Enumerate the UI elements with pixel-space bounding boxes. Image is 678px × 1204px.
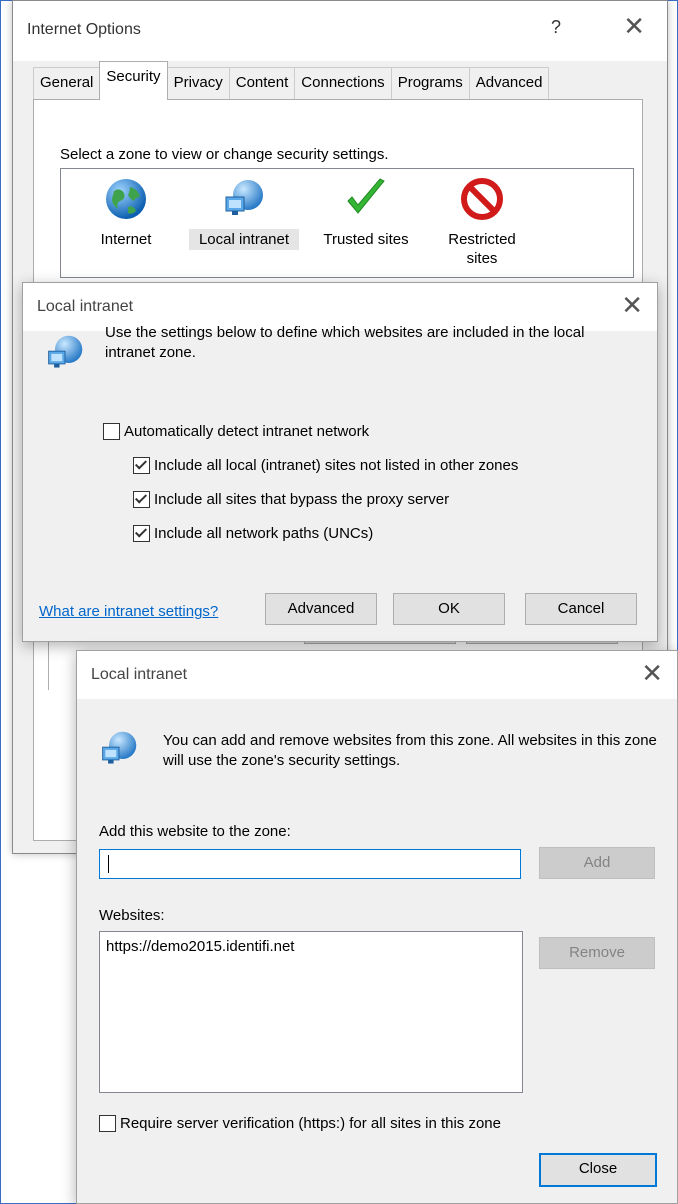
local-intranet-icon [48, 335, 83, 368]
zone-label: Trusted sites [323, 231, 409, 248]
checkmark-icon [347, 178, 385, 214]
text-caret [108, 855, 109, 873]
checkbox-box[interactable] [133, 457, 150, 474]
local-intranet-icon [102, 731, 137, 764]
add-website-input[interactable] [99, 849, 521, 879]
close-dialog-button[interactable]: Close [539, 1153, 657, 1187]
tab-advanced[interactable]: Advanced [468, 67, 550, 100]
websites-list[interactable]: https://demo2015.identifi.net [99, 931, 523, 1093]
zone-label: Restricted sites [448, 231, 516, 267]
require-https-checkbox[interactable]: Require server verification (https:) for… [99, 1115, 501, 1132]
checkbox-box[interactable] [103, 423, 120, 440]
include-proxy-bypass-checkbox[interactable]: Include all sites that bypass the proxy … [133, 491, 449, 508]
dialog-description: Use the settings below to define which w… [105, 324, 585, 361]
remove-button[interactable]: Remove [539, 937, 655, 969]
zone-list: Internet Local intranet Trusted sites Re… [60, 168, 634, 278]
title-bar: Internet Options ? ✕ [13, 1, 667, 61]
include-unc-paths-checkbox[interactable]: Include all network paths (UNCs) [133, 525, 373, 542]
zone-restricted-sites[interactable]: Restricted sites [437, 177, 527, 269]
local-intranet-dialog: Local intranet ✕ Use the settings below … [22, 282, 658, 642]
window-title: Internet Options [27, 21, 141, 38]
globe-icon [106, 179, 146, 219]
zone-trusted-sites[interactable]: Trusted sites [311, 177, 421, 250]
advanced-button[interactable]: Advanced [265, 593, 377, 625]
checkbox-label: Include all local (intranet) sites not l… [154, 457, 519, 474]
checkbox-label: Automatically detect intranet network [124, 423, 370, 440]
checkbox-box[interactable] [133, 491, 150, 508]
close-button[interactable]: ✕ [641, 660, 663, 686]
zone-prompt: Select a zone to view or change security… [60, 146, 389, 163]
local-intranet-sites-dialog: Local intranet ✕ You can add and remove … [76, 650, 678, 1204]
checkbox-box[interactable] [99, 1115, 116, 1132]
help-button[interactable]: ? [551, 17, 561, 38]
dialog-title: Local intranet [37, 298, 134, 315]
dialog-title: Local intranet [91, 666, 188, 683]
tab-connections[interactable]: Connections [294, 67, 392, 100]
close-button[interactable]: ✕ [621, 292, 643, 318]
checkbox-box[interactable] [133, 525, 150, 542]
no-entry-icon [461, 178, 503, 220]
dialog-title-bar: Local intranet ✕ [77, 651, 677, 699]
zone-label: Internet [100, 231, 152, 248]
zone-internet[interactable]: Internet [81, 177, 171, 250]
cancel-button[interactable]: Cancel [525, 593, 637, 625]
checkbox-label: Include all network paths (UNCs) [154, 525, 374, 542]
tab-strip: General Security Privacy Content Connect… [33, 61, 550, 100]
include-local-sites-checkbox[interactable]: Include all local (intranet) sites not l… [133, 457, 518, 474]
add-button[interactable]: Add [539, 847, 655, 879]
dialog-description: You can add and remove websites from thi… [163, 732, 657, 769]
tab-general[interactable]: General [33, 67, 101, 100]
tab-privacy[interactable]: Privacy [166, 67, 230, 100]
list-item[interactable]: https://demo2015.identifi.net [106, 938, 294, 955]
auto-detect-checkbox[interactable]: Automatically detect intranet network [103, 423, 369, 440]
zone-label: Local intranet [189, 229, 299, 250]
tab-content[interactable]: Content [228, 67, 296, 100]
ok-button[interactable]: OK [393, 593, 505, 625]
tab-security[interactable]: Security [99, 61, 168, 100]
intranet-settings-help-link[interactable]: What are intranet settings? [39, 603, 218, 620]
zone-local-intranet[interactable]: Local intranet [189, 177, 299, 250]
local-intranet-icon [225, 180, 263, 215]
tab-programs[interactable]: Programs [390, 67, 470, 100]
close-button[interactable]: ✕ [623, 13, 645, 39]
checkbox-label: Require server verification (https:) for… [120, 1115, 501, 1132]
websites-label: Websites: [99, 907, 165, 924]
checkbox-label: Include all sites that bypass the proxy … [154, 491, 450, 508]
add-website-label: Add this website to the zone: [99, 823, 291, 840]
